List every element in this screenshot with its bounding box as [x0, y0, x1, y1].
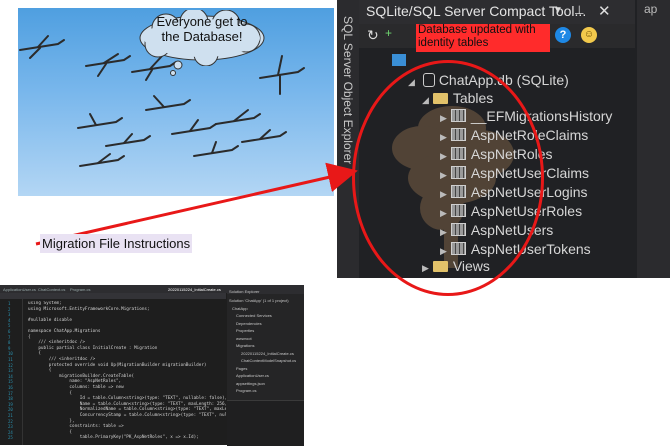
close-icon[interactable]: ✕ — [598, 2, 611, 20]
right-editor-strip — [637, 0, 670, 278]
line-number: 8 — [8, 340, 11, 346]
add-icon[interactable]: + — [385, 26, 392, 40]
vs-tab[interactable]: ApplicationUser.cs — [3, 287, 36, 292]
thought-bubbles — [170, 60, 183, 76]
code-line[interactable]: public partial class InitialCreate : Mig… — [28, 346, 157, 351]
line-number: 4 — [8, 317, 11, 323]
code-line[interactable]: protected override void Up(MigrationBuil… — [28, 363, 207, 368]
line-number: 9 — [8, 345, 11, 351]
line-number: 6 — [8, 329, 11, 334]
migration-label: Migration File Instructions — [40, 234, 193, 253]
line-number: 15 — [8, 379, 13, 385]
refresh-icon[interactable]: ↻ — [367, 27, 379, 44]
solution-item[interactable]: appsettings.json — [236, 381, 265, 386]
line-number: 22 — [8, 418, 13, 424]
line-number: 18 — [8, 396, 13, 402]
line-number-gutter: 1 2 3 4 5 6 7 8 9 10 11 12 13 14 15 16 17 18 19 20 21 22 23 24 2… — [0, 299, 23, 445]
code-line[interactable]: Id = table.Column<string>(type: "TEXT", … — [28, 396, 226, 401]
solution-title: Solution Explorer — [229, 289, 260, 294]
dropdown-icon[interactable]: ▼ — [553, 5, 563, 16]
solution-item[interactable]: Properties — [236, 328, 254, 333]
smiley-icon[interactable]: ☺ — [581, 27, 597, 43]
code-line[interactable]: name: "AspNetRoles", — [28, 379, 121, 384]
solution-item[interactable]: ApplicationUser.cs — [236, 373, 269, 378]
line-number: 24 — [8, 429, 13, 435]
line-number: 2 — [8, 306, 11, 312]
line-number: 3 — [8, 312, 11, 318]
code-line[interactable]: /// <inheritdoc /> — [28, 357, 96, 362]
line-number: 14 — [8, 373, 13, 379]
vs-tab[interactable]: Program.cs — [70, 287, 90, 292]
vs-tab[interactable]: ChatContext.cs — [38, 287, 65, 292]
code-editor[interactable]: using System; using Microsoft.EntityFrame… — [28, 301, 226, 443]
pin-icon[interactable]: ⊥ — [574, 3, 584, 17]
line-number: 7 — [8, 334, 11, 340]
solution-item[interactable]: Solution 'ChatApp' (1 of 1 project) — [229, 298, 289, 303]
line-number: 10 — [8, 351, 13, 357]
code-line[interactable]: { — [28, 351, 41, 356]
line-number: 23 — [8, 424, 13, 430]
solution-item[interactable]: Pages — [236, 366, 247, 371]
solution-explorer-panel: Solution Explorer Solution 'ChatApp' (1 … — [227, 288, 304, 446]
line-number: 25 — [8, 435, 13, 441]
line-number: 21 — [8, 413, 13, 418]
code-line[interactable]: using Microsoft.EntityFrameworkCore.Migr… — [28, 307, 150, 312]
solution-item[interactable]: wwwroot — [236, 336, 252, 341]
server-icon — [392, 54, 406, 66]
line-number: 19 — [8, 401, 13, 407]
line-number: 5 — [8, 323, 11, 329]
code-line[interactable]: ConcurrencyStamp = table.Column<string>(… — [28, 413, 226, 418]
solution-item[interactable]: ChatApp — [232, 306, 248, 311]
line-number: 1 — [8, 301, 11, 306]
code-line[interactable]: columns: table => new — [28, 385, 123, 390]
code-line[interactable]: { — [28, 391, 72, 396]
side-tab-label[interactable]: SQL Server Object Explorer — [341, 16, 355, 164]
code-line[interactable]: { — [28, 368, 52, 373]
vs-nav-bar — [0, 293, 226, 299]
solution-item[interactable]: Program.cs — [236, 388, 256, 393]
solution-item[interactable]: Dependencies — [236, 321, 262, 326]
properties-panel — [227, 400, 304, 446]
help-icon[interactable]: ? — [555, 27, 571, 43]
code-line[interactable]: }, — [28, 419, 74, 424]
code-line[interactable]: /// <inheritdoc /> — [28, 340, 85, 345]
line-number: 12 — [8, 362, 13, 368]
code-line[interactable]: constraints: table => — [28, 424, 123, 429]
solution-item[interactable]: Connected Services — [236, 313, 272, 318]
code-line[interactable]: table.PrimaryKey("PK_AspNetRoles", x => … — [28, 435, 199, 440]
line-number: 11 — [8, 357, 13, 362]
code-line[interactable]: namespace ChatApp.Migrations — [28, 329, 100, 334]
solution-item[interactable]: Migrations — [236, 343, 254, 348]
code-line[interactable]: NormalizedName = table.Column<string>(ty… — [28, 407, 226, 412]
code-line[interactable]: #nullable disable — [28, 318, 72, 323]
line-number: 16 — [8, 385, 13, 390]
right-tab-label[interactable]: ap — [644, 2, 657, 16]
solution-item[interactable]: ChatContextModelSnapshot.cs — [241, 358, 296, 363]
solution-tree: Solution 'ChatApp' (1 of 1 project) ChatA… — [229, 298, 303, 398]
line-number: 13 — [8, 368, 13, 374]
highlight-text: Database updated with identity tables — [418, 24, 536, 49]
line-number: 17 — [8, 390, 13, 396]
solution-item[interactable]: 20220115224_InitialCreate.cs — [241, 351, 294, 356]
red-highlight-circle — [352, 60, 544, 296]
code-line[interactable]: { — [28, 335, 31, 340]
cloud-caption: Everyone get to the Database! — [156, 14, 248, 44]
line-number: 20 — [8, 407, 13, 413]
code-line[interactable]: using System; — [28, 301, 62, 306]
vs-active-tab[interactable]: 20220115224_InitialCreate.cs — [168, 287, 221, 292]
